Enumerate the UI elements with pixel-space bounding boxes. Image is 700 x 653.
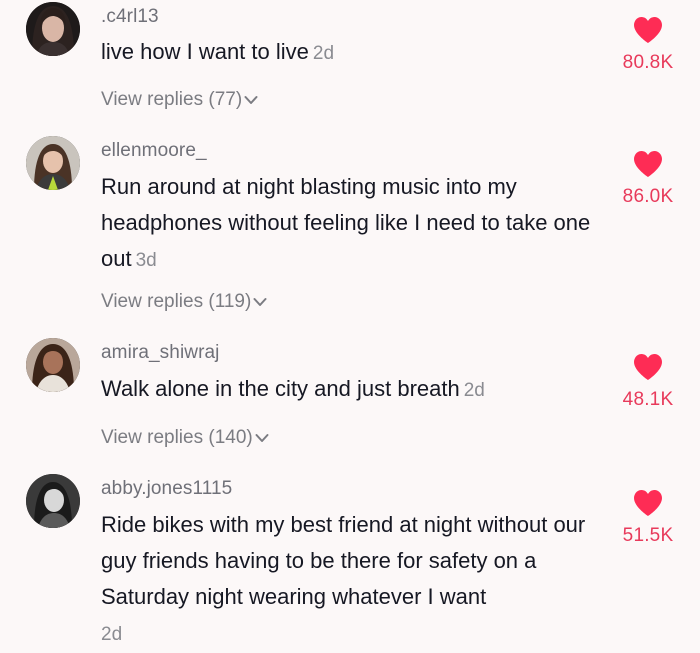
view-replies-label: View replies (119) (101, 291, 252, 312)
heart-icon[interactable] (633, 489, 663, 517)
like-count: 51.5K (622, 525, 674, 546)
username[interactable]: amira_shiwraj (101, 342, 220, 364)
chevron-down-icon (255, 433, 269, 442)
like-group: 48.1K (608, 353, 688, 411)
avatar[interactable] (26, 2, 80, 56)
avatar-image (26, 2, 80, 56)
avatar-image (26, 338, 80, 392)
view-replies-button[interactable]: View replies (119) (101, 291, 267, 313)
comment-body: Run around at night blasting music into … (101, 174, 591, 271)
comment-text: Run around at night blasting music into … (101, 169, 621, 279)
username[interactable]: ellenmoore_ (101, 140, 207, 162)
username[interactable]: .c4rl13 (101, 6, 159, 28)
avatar-image (26, 474, 80, 528)
comment-time: 2d (312, 43, 335, 64)
view-replies-label: View replies (77) (101, 89, 243, 110)
view-replies-button[interactable]: View replies (77) (101, 89, 258, 111)
avatar[interactable] (26, 136, 80, 190)
avatar[interactable] (26, 338, 80, 392)
comment-time: 2d (463, 380, 485, 401)
like-count: 48.1K (622, 389, 674, 410)
avatar[interactable] (26, 474, 80, 528)
chevron-down-icon (244, 95, 258, 104)
heart-icon[interactable] (633, 353, 663, 381)
view-replies-label: View replies (140) (101, 427, 253, 448)
comment-time: 3d (135, 250, 157, 271)
comment-time: 2d (101, 624, 123, 645)
comment-body: Walk alone in the city and just breath (101, 376, 460, 401)
like-group: 86.0K (608, 150, 688, 208)
comment-text: Ride bikes with my best friend at night … (101, 507, 621, 653)
like-group: 80.8K (608, 16, 688, 74)
comment-text: live how I want to live 2d (101, 34, 621, 72)
chevron-down-icon (253, 297, 267, 306)
like-count: 80.8K (622, 52, 674, 73)
comment-text: Walk alone in the city and just breath 2d (101, 371, 621, 409)
avatar-image (26, 136, 80, 190)
like-count: 86.0K (622, 186, 674, 207)
heart-icon[interactable] (633, 16, 663, 44)
comment-body: live how I want to live (101, 39, 309, 64)
view-replies-button[interactable]: View replies (140) (101, 427, 269, 449)
heart-icon[interactable] (633, 150, 663, 178)
like-group: 51.5K (608, 489, 688, 547)
comment-body: Ride bikes with my best friend at night … (101, 512, 586, 609)
username[interactable]: abby.jones1115 (101, 478, 232, 500)
